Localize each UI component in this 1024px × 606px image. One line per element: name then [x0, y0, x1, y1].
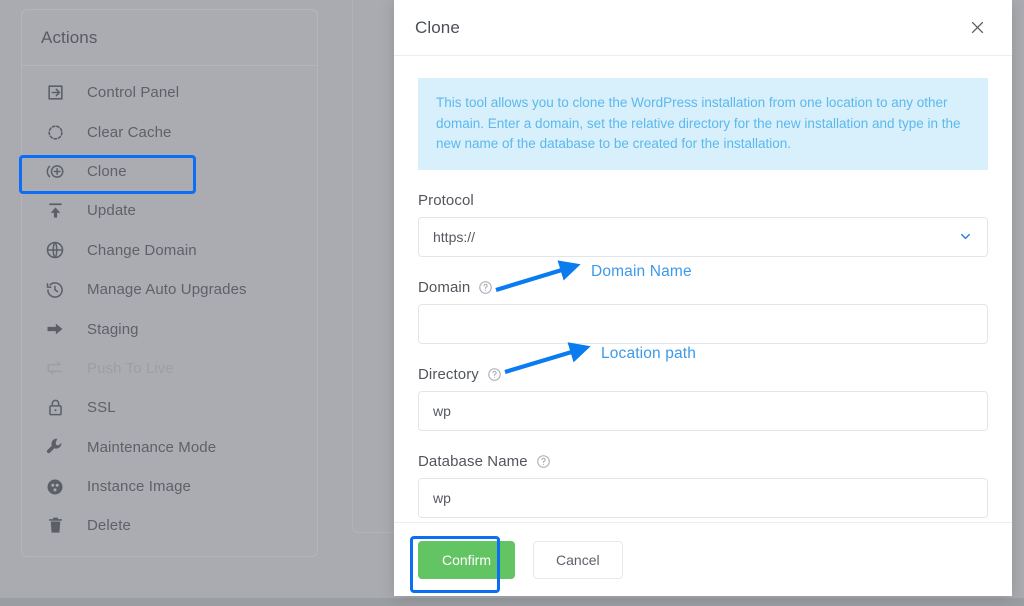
- directory-annotation-label: Location path: [601, 345, 697, 362]
- domain-annotation-label: Domain Name: [591, 263, 692, 280]
- domain-annotation-arrow: [495, 260, 591, 375]
